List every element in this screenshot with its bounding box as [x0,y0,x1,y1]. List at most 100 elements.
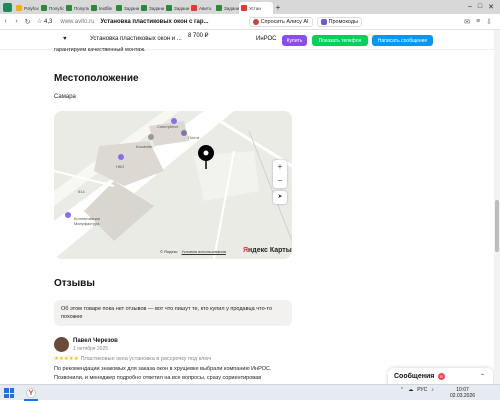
windows-start-icon[interactable] [4,388,14,398]
tab-favicon-icon [41,5,47,11]
review-text: По рекомендации знакомых для заказа окон… [54,366,272,381]
browser-tab[interactable]: Попугай [64,2,89,14]
reload-icon[interactable]: ↻ [22,18,33,26]
tab-label: Авито [199,5,212,11]
tab-favicon-icon [66,5,72,11]
maximize-icon[interactable]: □ [478,3,482,11]
messages-label: Сообщения [394,373,435,380]
tab-label: Попугай [74,5,89,11]
address-bar: ‹ › ↻ ☆ 4,3 www.avito.ru Установка пласт… [0,14,500,30]
description-tail: гарантируем качественный монтаж. [54,47,146,53]
tray-chevron-icon[interactable]: ⌃ [400,387,404,393]
messages-badge: 6 [438,373,445,380]
sticky-price: 8 700 ₽ [188,33,209,39]
menu-icon[interactable]: ≡ [476,18,480,26]
location-heading: Местоположение [54,73,139,84]
minimize-icon[interactable]: – [468,3,472,11]
back-icon[interactable]: ‹ [0,18,11,25]
browser-logo-icon[interactable] [0,0,14,14]
browser-tab[interactable]: Polyfox [14,2,39,14]
map[interactable]: СпектрМол Почта Кошелёк НКО Коллективная… [54,111,292,259]
os-taskbar: Y ⌃ ☁ РУС ♪ 10:07 02.03.2026 [0,384,500,401]
browser-tab-bar: Polyfox Полубол Попугай textfile Задани Задан… [0,0,500,14]
yandex-copyright: © Яндекс [160,249,178,254]
tab-label: Полубол [49,5,64,11]
tab-favicon-icon [16,5,22,11]
tab-label: Задани [224,5,239,11]
no-reviews-notice: Об этом товаре пока нет отзывов — вот чт… [54,300,292,326]
tab-favicon-icon [116,5,122,11]
show-phone-button[interactable]: Показать телефон [312,35,368,46]
promo-icon [320,18,327,25]
tab-label: Задани [149,5,164,11]
browser-tab[interactable]: Задани [164,2,189,14]
browser-tab[interactable]: textfile [89,2,114,14]
browser-tab[interactable]: Полубол [39,2,64,14]
tab-label: Устан [249,5,261,11]
close-icon[interactable]: ✕ [488,3,494,11]
window-controls: – □ ✕ [468,3,500,11]
review-service: Пластиковые окна установка в рассрочку п… [80,356,212,362]
page-title: Установка пластиковых окон с гар... [100,18,209,25]
tab-favicon-icon [141,5,147,11]
browser-tab[interactable]: Задани [214,2,239,14]
yandex-browser-icon[interactable]: Y [26,388,36,398]
extension-icon[interactable]: ✉ [464,18,470,26]
tab-label: Задани [174,5,189,11]
clock[interactable]: 10:07 02.03.2026 [450,387,475,399]
address-bar-tools: ✉ ≡ ⇩ [464,18,500,26]
browser-tab[interactable]: Устан [239,2,273,14]
zoom-out-button[interactable]: − [273,174,287,188]
tab-favicon-icon [91,5,97,11]
tab-favicon-icon [166,5,172,11]
reviews-heading: Отзывы [54,278,95,289]
lang-indicator[interactable]: РУС [417,387,427,393]
terms-link[interactable]: Условия использования [182,249,226,254]
site-rating[interactable]: ☆ 4,3 [37,18,52,25]
sticky-title[interactable]: Установка пластиковых окон и ... [90,36,182,42]
review-date: 1 октября 2025 [73,346,108,352]
download-icon[interactable]: ⇩ [486,18,492,26]
forward-icon[interactable]: › [11,18,22,25]
reviewer-name: Павел Черезов [73,338,118,344]
map-label-514: 514 [78,189,85,194]
tab-label: textfile [99,5,113,11]
avatar [54,337,69,352]
tab-favicon-icon [241,5,247,11]
page-scrollbar[interactable] [494,30,500,384]
browser-tab[interactable]: Авито [189,2,214,14]
map-canvas [54,111,292,259]
browser-tab[interactable]: Задани [114,2,139,14]
map-footer: © Яндекс Условия использования [160,249,226,254]
location-pin-icon[interactable] [197,144,215,170]
new-tab-button[interactable]: + [273,3,283,12]
chevron-up-icon[interactable]: ⌃ [480,373,485,380]
volume-icon[interactable]: ♪ [431,387,434,393]
url-field[interactable]: www.avito.ru [60,19,94,25]
yandex-maps-logo[interactable]: Яндекс Карты [243,247,292,254]
buy-button[interactable]: Купить [282,35,307,46]
tab-label: Polyfox [24,5,39,11]
alice-button[interactable]: Спросить Алису AI [248,16,313,27]
map-zoom-control: + − [273,160,287,188]
scrollbar-thumb[interactable] [495,200,499,252]
tab-favicon-icon [216,5,222,11]
alice-icon [252,18,259,25]
location-city: Самара [54,94,76,100]
sticky-seller[interactable]: ИнРОС [256,36,277,42]
system-tray: ⌃ ☁ РУС ♪ [400,387,434,393]
zoom-in-button[interactable]: + [273,160,287,174]
cloud-icon[interactable]: ☁ [408,387,413,393]
star-icon: ☆ [37,19,45,25]
arrow-icon: ➤ [277,194,283,200]
map-label-ngo: НКО [116,164,125,169]
tab-favicon-icon [191,5,197,11]
promo-button[interactable]: Промокоды [316,16,363,27]
geolocation-button[interactable]: ➤ [273,191,287,204]
review-stars: ★★★★★ Пластиковые окна установка в рассро… [54,356,212,362]
map-label-pochta: Почта [188,135,200,140]
favorite-heart-icon[interactable]: ♥ [63,36,67,42]
map-label-mall: СпектрМол [157,124,178,129]
browser-tab[interactable]: Задани [139,2,164,14]
write-message-button[interactable]: Написать сообщение [372,35,433,46]
